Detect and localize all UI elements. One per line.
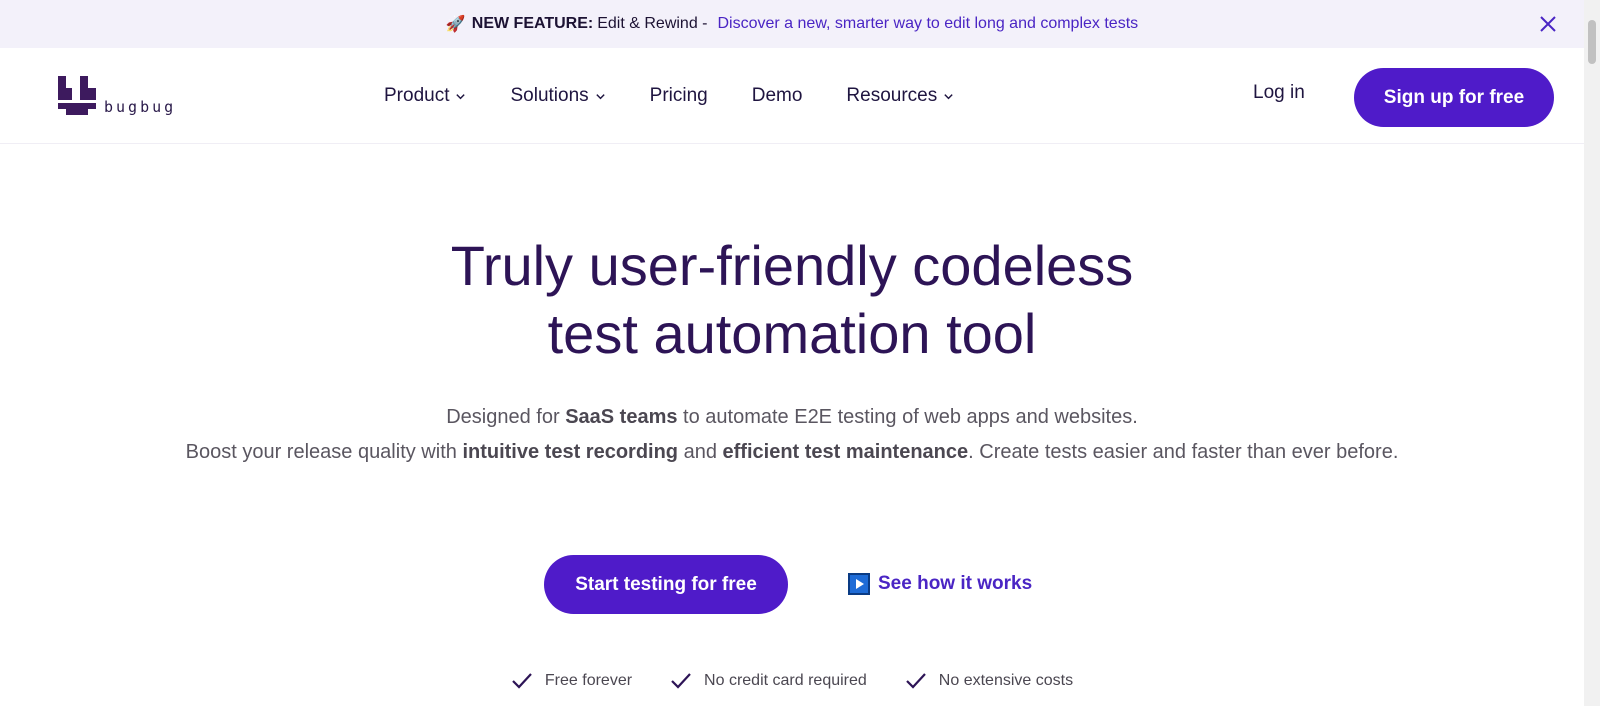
login-link[interactable]: Log in	[1253, 82, 1305, 104]
sub-text: Designed for	[446, 406, 566, 428]
start-testing-button[interactable]: Start testing for free	[544, 555, 788, 614]
sub-text: . Create tests easier and faster than ev…	[968, 441, 1399, 463]
sub-bold: intuitive test recording	[462, 441, 679, 463]
perk-item: No credit card required	[670, 672, 867, 690]
perk-item: Free forever	[511, 672, 632, 690]
nav-label: Pricing	[649, 85, 708, 106]
nav-label: Resources	[846, 85, 938, 106]
see-how-label: See how it works	[878, 573, 1033, 594]
hero-title-line2: test automation tool	[547, 302, 1037, 365]
chevron-down-icon	[595, 93, 605, 99]
play-icon	[848, 573, 870, 595]
nav-item-product[interactable]: Product	[384, 82, 466, 110]
chevron-down-icon	[944, 93, 953, 99]
top-nav: bugbug Product Solutions Pricing Demo Re…	[0, 48, 1584, 144]
logo-text: bugbug	[104, 98, 177, 116]
signup-button[interactable]: Sign up for free	[1354, 68, 1554, 127]
perks-list: Free forever No credit card required No …	[0, 672, 1584, 690]
hero-subtitle: Designed for SaaS teams to automate E2E …	[0, 400, 1584, 470]
sub-bold: efficient test maintenance	[722, 441, 969, 463]
hero-title: Truly user-friendly codeless test automa…	[0, 232, 1584, 368]
rocket-icon: 🚀	[445, 16, 466, 33]
sub-text: and	[678, 441, 723, 463]
perk-label: No extensive costs	[938, 672, 1074, 689]
scrollbar[interactable]	[1584, 0, 1600, 706]
scrollbar-thumb[interactable]	[1588, 20, 1596, 64]
sub-text: Boost your release quality with	[185, 441, 463, 463]
sub-text: to automate E2E testing of web apps and …	[677, 406, 1138, 428]
checkmark-icon	[906, 673, 926, 689]
nav-item-resources[interactable]: Resources	[846, 82, 954, 110]
chevron-down-icon	[456, 93, 466, 99]
checkmark-icon	[671, 673, 691, 689]
nav-label: Demo	[751, 85, 803, 106]
checkmark-icon	[512, 673, 532, 689]
main-menu: Product Solutions Pricing Demo Resources	[384, 82, 998, 110]
nav-item-demo[interactable]: Demo	[752, 82, 803, 110]
banner-feature-label: NEW FEATURE:	[471, 15, 594, 32]
announcement-banner: 🚀 NEW FEATURE: Edit & Rewind - Discover …	[0, 0, 1584, 48]
sub-bold: SaaS teams	[565, 406, 678, 428]
perk-label: Free forever	[544, 672, 633, 689]
nav-item-pricing[interactable]: Pricing	[650, 82, 708, 110]
perk-item: No extensive costs	[905, 672, 1073, 690]
banner-feature-name: Edit & Rewind -	[597, 15, 708, 32]
banner-link[interactable]: Discover a new, smarter way to edit long…	[718, 15, 1139, 33]
nav-item-solutions[interactable]: Solutions	[510, 82, 605, 110]
nav-label: Solutions	[510, 85, 589, 106]
close-icon[interactable]	[1536, 12, 1560, 36]
perk-label: No credit card required	[704, 672, 867, 689]
see-how-it-works-link[interactable]: See how it works	[848, 573, 1032, 595]
logo[interactable]: bugbug	[58, 76, 176, 116]
nav-label: Product	[384, 85, 450, 106]
bugbug-logo-icon	[58, 76, 96, 115]
hero-title-line1: Truly user-friendly codeless	[450, 234, 1134, 297]
